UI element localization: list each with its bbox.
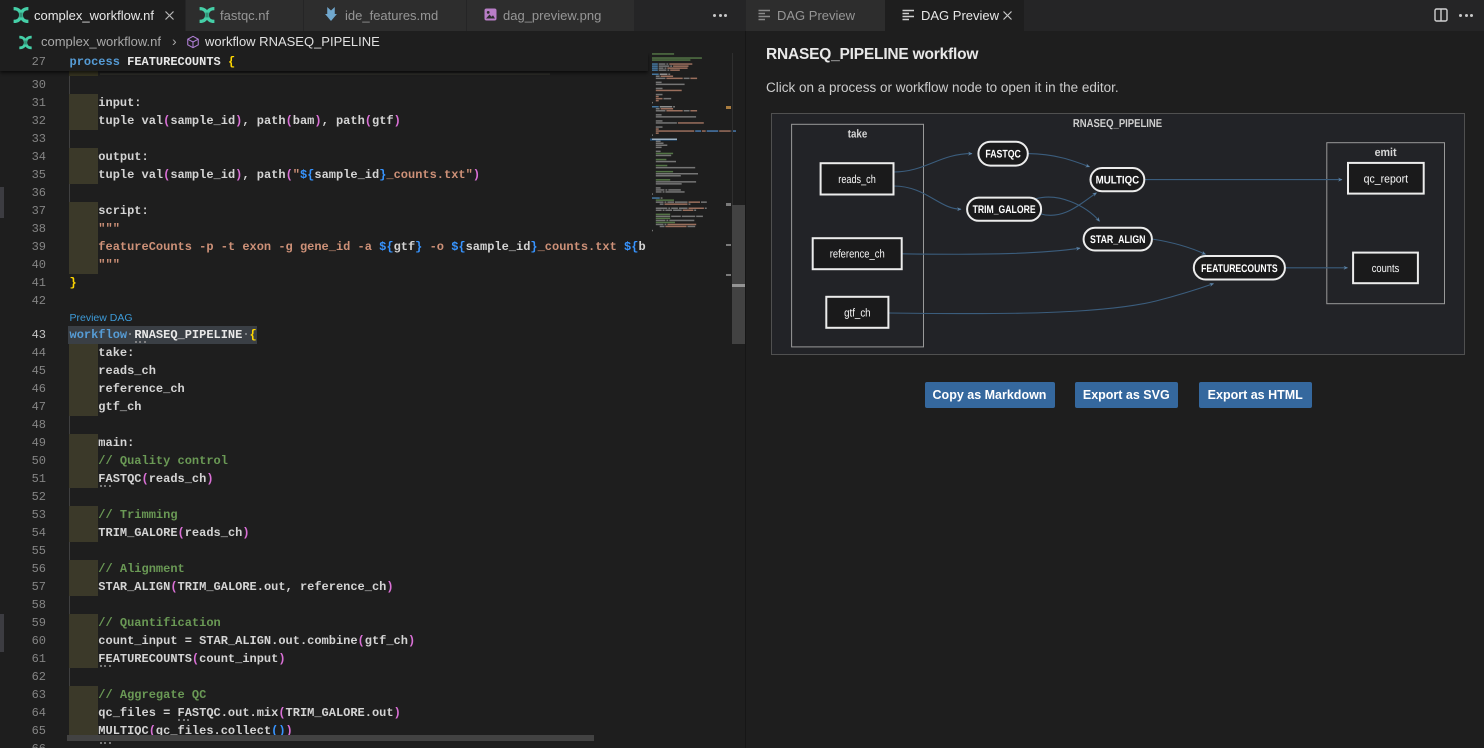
svg-text:take: take bbox=[848, 129, 868, 141]
svg-text:reads_ch: reads_ch bbox=[838, 174, 876, 186]
svg-text:counts: counts bbox=[1372, 263, 1400, 275]
svg-text:FASTQC: FASTQC bbox=[985, 149, 1021, 161]
svg-text:TRIM_GALORE: TRIM_GALORE bbox=[973, 204, 1036, 216]
svg-text:gtf_ch: gtf_ch bbox=[844, 307, 871, 319]
svg-text:qc_report: qc_report bbox=[1364, 173, 1409, 185]
svg-text:reference_ch: reference_ch bbox=[830, 249, 885, 261]
svg-text:STAR_ALIGN: STAR_ALIGN bbox=[1090, 234, 1146, 246]
svg-text:MULTIQC: MULTIQC bbox=[1096, 175, 1140, 187]
svg-text:emit: emit bbox=[1375, 147, 1397, 159]
svg-text:RNASEQ_PIPELINE: RNASEQ_PIPELINE bbox=[1073, 118, 1163, 130]
svg-text:FEATURECOUNTS: FEATURECOUNTS bbox=[1201, 263, 1278, 275]
